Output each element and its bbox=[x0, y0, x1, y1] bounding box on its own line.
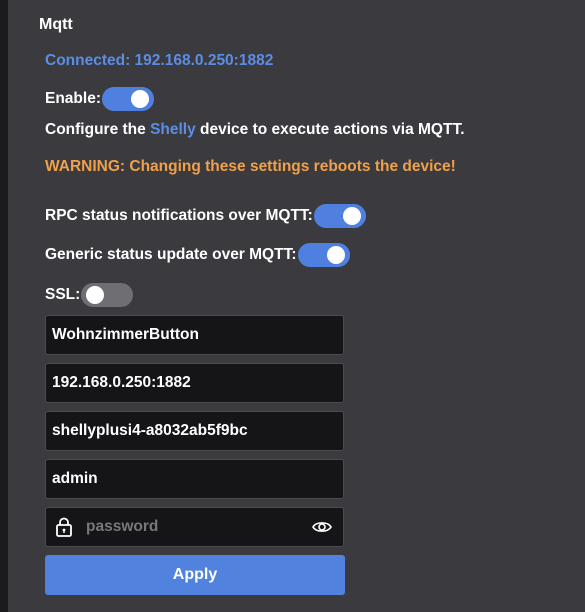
apply-button[interactable]: Apply bbox=[45, 555, 345, 595]
generic-status-toggle[interactable] bbox=[297, 243, 350, 267]
lock-icon bbox=[56, 517, 72, 537]
toggle-knob bbox=[130, 90, 149, 108]
enable-row: Enable: bbox=[45, 87, 154, 111]
topic-prefix-field[interactable] bbox=[45, 411, 344, 451]
toggle-knob bbox=[326, 246, 345, 264]
password-input[interactable] bbox=[86, 518, 311, 536]
description: Configure the Shelly device to execute a… bbox=[45, 121, 465, 139]
toggle-knob bbox=[342, 207, 361, 225]
ssl-label: SSL: bbox=[45, 286, 81, 303]
password-field[interactable] bbox=[45, 507, 344, 547]
generic-status-row: Generic status update over MQTT: bbox=[45, 243, 350, 267]
generic-status-label: Generic status update over MQTT: bbox=[45, 246, 297, 263]
enable-label: Enable: bbox=[45, 90, 101, 107]
reboot-warning: WARNING: Changing these settings reboots… bbox=[45, 158, 456, 175]
description-suffix: device to execute actions via MQTT. bbox=[195, 121, 465, 138]
rpc-status-label: RPC status notifications over MQTT: bbox=[45, 207, 313, 224]
topic-prefix-input[interactable] bbox=[52, 422, 343, 440]
eye-icon[interactable] bbox=[311, 516, 333, 538]
section-title: Mqtt bbox=[39, 16, 73, 33]
rpc-status-toggle[interactable] bbox=[313, 204, 366, 228]
description-prefix: Configure the bbox=[45, 121, 151, 138]
connection-status: Connected: 192.168.0.250:1882 bbox=[45, 52, 274, 69]
client-id-field[interactable] bbox=[45, 315, 344, 355]
ssl-row: SSL: bbox=[45, 283, 134, 307]
user-input[interactable] bbox=[52, 470, 343, 488]
shelly-brand: Shelly bbox=[150, 121, 196, 138]
mqtt-panel: Mqtt Connected: 192.168.0.250:1882 Enabl… bbox=[8, 0, 585, 612]
server-input[interactable] bbox=[52, 374, 343, 392]
client-id-input[interactable] bbox=[52, 326, 343, 344]
user-field[interactable] bbox=[45, 459, 344, 499]
ssl-toggle[interactable] bbox=[81, 283, 134, 307]
server-field[interactable] bbox=[45, 363, 344, 403]
enable-toggle[interactable] bbox=[101, 87, 154, 111]
rpc-status-row: RPC status notifications over MQTT: bbox=[45, 204, 366, 228]
toggle-knob bbox=[86, 286, 105, 304]
